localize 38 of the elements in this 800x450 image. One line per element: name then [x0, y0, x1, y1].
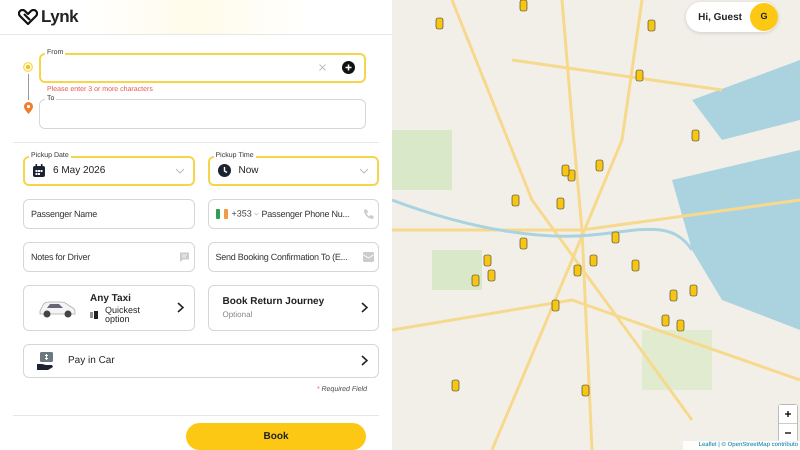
email-field[interactable]: Send Booking Confirmation To (E... — [208, 242, 379, 272]
name-field[interactable]: Passenger Name — [23, 198, 194, 228]
cash-hand-icon — [37, 352, 54, 370]
clear-icon — [319, 64, 326, 71]
return-subtitle: Optional — [222, 309, 254, 321]
user-chip[interactable]: Hi, Guest G — [686, 2, 778, 32]
add-stop-icon — [342, 61, 355, 74]
notes-field[interactable]: Notes for Driver — [23, 242, 194, 272]
return-title: Book Return Journey — [222, 295, 326, 309]
logo-icon — [18, 8, 38, 25]
vehicle-title: Any Taxi — [90, 292, 132, 306]
payment-title: Pay in Car — [68, 354, 116, 368]
chevron-down-icon — [254, 212, 258, 215]
calendar-icon — [33, 164, 45, 177]
chevron-down-icon — [174, 168, 184, 174]
picker-value: Now — [238, 164, 260, 178]
origin-dot-icon — [23, 62, 33, 72]
envelope-icon — [363, 252, 374, 262]
payment-card[interactable]: Pay in Car — [23, 344, 379, 378]
avatar: G — [750, 3, 778, 31]
zoom-out-button[interactable]: − — [779, 423, 797, 441]
chevron-right-icon — [176, 302, 184, 313]
vehicle-card[interactable]: Any Taxi Quickest option — [23, 284, 194, 330]
chat-icon — [178, 251, 190, 262]
vehicle-subtitle: Quickest option — [105, 306, 142, 324]
return-journey-card[interactable]: Book Return Journey Optional — [208, 284, 379, 330]
chevron-down-icon — [359, 168, 369, 174]
chevron-right-icon — [361, 355, 368, 366]
greeting-text: Hi, Guest — [698, 10, 742, 24]
logo-text: Lynk — [41, 6, 78, 28]
country-code[interactable]: +353 — [232, 206, 252, 220]
location-pin-icon — [24, 102, 32, 114]
picker-value: 6 May 2026 — [53, 164, 106, 178]
phone-icon — [363, 208, 374, 219]
book-button[interactable]: Book — [186, 423, 366, 450]
chevron-right-icon — [361, 302, 368, 313]
flag-icon — [216, 208, 228, 218]
clock-icon — [218, 164, 230, 177]
